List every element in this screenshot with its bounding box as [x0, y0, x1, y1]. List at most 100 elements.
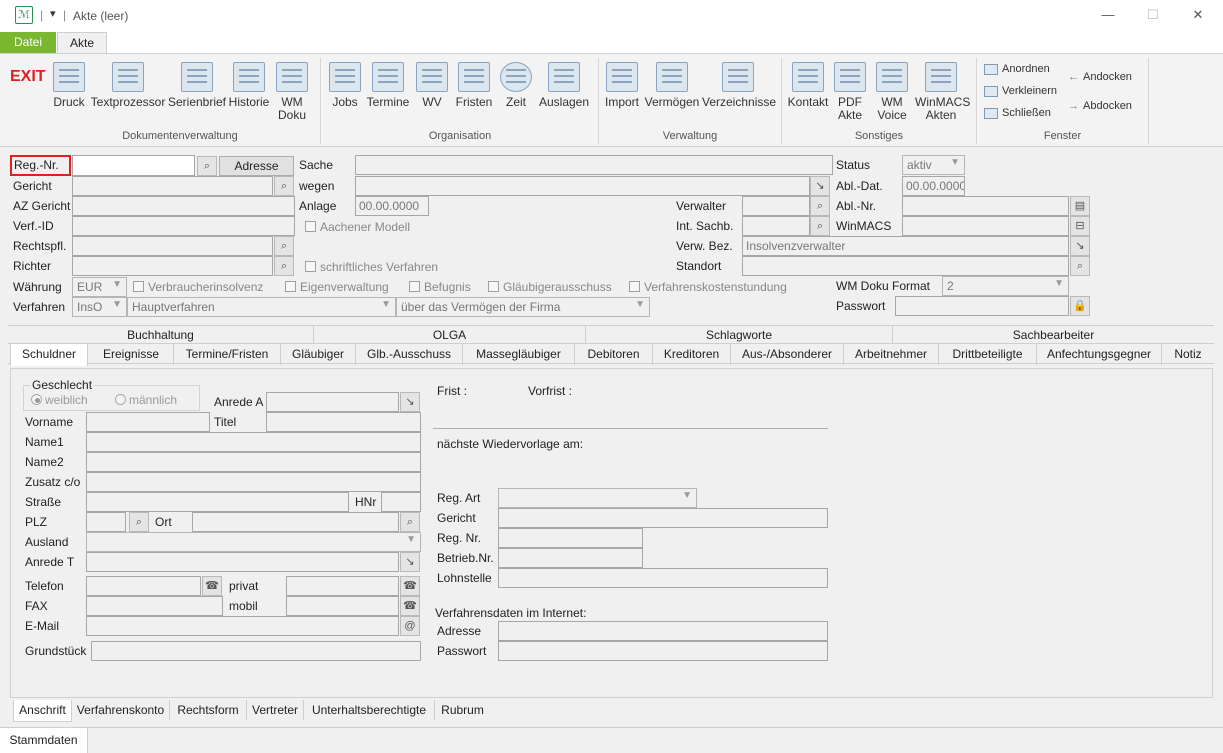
tab-notiz[interactable]: Notiz: [1162, 344, 1214, 365]
jobs-button[interactable]: Jobs: [328, 62, 362, 109]
wm-doku-format-select[interactable]: 2 ▼: [942, 276, 1069, 296]
hnr-field[interactable]: [381, 492, 421, 512]
tab-anfechtungsgegner[interactable]: Anfechtungsgegner: [1037, 344, 1162, 365]
historie-button[interactable]: Historie: [227, 62, 271, 109]
tab-buchhaltung[interactable]: Buchhaltung: [8, 326, 314, 344]
adresse-button[interactable]: Adresse: [219, 156, 294, 176]
passwort-field[interactable]: [895, 296, 1069, 316]
verzeichnisse-button[interactable]: Verzeichnisse: [702, 62, 776, 109]
tab-akte[interactable]: Akte: [57, 32, 107, 53]
ausland-select[interactable]: ▼: [86, 532, 421, 552]
search-icon[interactable]: ⌕: [274, 176, 294, 196]
schriftliches-verfahren-checkbox[interactable]: schriftliches Verfahren: [305, 260, 438, 274]
abdocken-button[interactable]: → Abdocken: [1068, 100, 1132, 112]
mobil-field[interactable]: [286, 596, 399, 616]
winmacs-akten-button[interactable]: WinMACS Akten: [914, 62, 970, 122]
close-button[interactable]: ✕: [1183, 4, 1213, 26]
reg-gericht-field[interactable]: [498, 508, 828, 528]
tab-schlagworte[interactable]: Schlagworte: [586, 326, 893, 344]
tab-ereignisse[interactable]: Ereignisse: [89, 344, 174, 365]
search-icon[interactable]: ⌕: [810, 216, 830, 236]
tab-rechtsform[interactable]: Rechtsform: [170, 700, 247, 720]
minimize-button[interactable]: —: [1093, 4, 1123, 26]
zusatz-field[interactable]: [86, 472, 421, 492]
anrede-t-field[interactable]: [86, 552, 399, 572]
phone-icon[interactable]: ☎: [400, 576, 420, 596]
gericht-field[interactable]: [72, 176, 273, 196]
int-sachb-field[interactable]: [742, 216, 810, 236]
telefon-field[interactable]: [86, 576, 201, 596]
tab-sachbearbeiter[interactable]: Sachbearbeiter: [893, 326, 1214, 344]
wm-voice-button[interactable]: WM Voice: [874, 62, 910, 122]
search-icon[interactable]: ⌕: [274, 236, 294, 256]
verbraucherinsolvenz-checkbox[interactable]: Verbraucherinsolvenz: [133, 280, 263, 294]
tab-vertreter[interactable]: Vertreter: [247, 700, 304, 720]
tab-verfahrenskonto[interactable]: Verfahrenskonto: [72, 700, 170, 720]
betrieb-nr-field[interactable]: [498, 548, 643, 568]
name1-field[interactable]: [86, 432, 421, 452]
sache-field[interactable]: [355, 155, 833, 175]
standort-field[interactable]: [742, 256, 1069, 276]
anrede-a-field[interactable]: [266, 392, 399, 412]
lock-icon[interactable]: 🔒: [1070, 296, 1090, 316]
tab-termine-fristen[interactable]: Termine/Fristen: [174, 344, 281, 365]
tab-glaeubiger[interactable]: Gläubiger: [281, 344, 356, 365]
winmacs-field[interactable]: [902, 216, 1069, 236]
tab-datei[interactable]: Datei: [0, 32, 56, 53]
tab-stammdaten[interactable]: Stammdaten: [0, 728, 88, 753]
titel-field[interactable]: [266, 412, 421, 432]
picker-icon[interactable]: ↘: [400, 392, 420, 412]
search-icon[interactable]: ⌕: [810, 196, 830, 216]
picker-icon[interactable]: ↘: [400, 552, 420, 572]
weiblich-radio[interactable]: weiblich: [31, 393, 88, 407]
tab-drittbeteiligte[interactable]: Drittbeteiligte: [939, 344, 1037, 365]
pdf-akte-button[interactable]: PDF Akte: [834, 62, 866, 122]
verfahrensart-select[interactable]: Hauptverfahren ▼: [127, 297, 396, 317]
link-icon[interactable]: ⊟: [1070, 216, 1090, 236]
termine-button[interactable]: Termine: [364, 62, 412, 109]
verwalter-field[interactable]: [742, 196, 810, 216]
lohnstelle-field[interactable]: [498, 568, 828, 588]
wegen-field[interactable]: [355, 176, 810, 196]
verfahrenskostenstundung-checkbox[interactable]: Verfahrenskostenstundung: [629, 280, 787, 294]
search-icon[interactable]: ⌕: [1070, 256, 1090, 276]
archive-icon[interactable]: ▤: [1070, 196, 1090, 216]
at-icon[interactable]: @: [400, 616, 420, 636]
tab-aus-absonderer[interactable]: Aus-/Absonderer: [731, 344, 844, 365]
az-gericht-field[interactable]: [72, 196, 295, 216]
plz-field[interactable]: [86, 512, 126, 532]
search-icon[interactable]: ⌕: [129, 512, 149, 532]
wm-doku-button[interactable]: WM Doku: [273, 62, 311, 122]
kontakt-button[interactable]: Kontakt: [786, 62, 830, 109]
tab-unterhaltsberechtigte[interactable]: Unterhaltsberechtigte: [304, 700, 435, 720]
picker-icon[interactable]: ↘: [1070, 236, 1090, 256]
picker-icon[interactable]: ↘: [810, 176, 830, 196]
aachener-modell-checkbox[interactable]: Aachener Modell: [305, 220, 410, 234]
privat-field[interactable]: [286, 576, 399, 596]
wv-button[interactable]: WV: [414, 62, 450, 109]
reg-nr-input[interactable]: [72, 155, 195, 176]
zeit-button[interactable]: Zeit: [498, 62, 534, 109]
schliessen-button[interactable]: Schließen: [984, 107, 1051, 119]
eigenverwaltung-checkbox[interactable]: Eigenverwaltung: [285, 280, 389, 294]
quick-access-dropdown-icon[interactable]: ▾: [50, 7, 56, 20]
fax-field[interactable]: [86, 596, 223, 616]
verfahren-select[interactable]: InsO ▼: [72, 297, 127, 317]
exit-button[interactable]: EXIT: [10, 68, 46, 86]
grundstueck-field[interactable]: [91, 641, 421, 661]
verfahren-detail-select[interactable]: über das Vermögen der Firma ▼: [396, 297, 650, 317]
ort-field[interactable]: [192, 512, 399, 532]
phone-icon[interactable]: ☎: [202, 576, 222, 596]
tab-anschrift[interactable]: Anschrift: [13, 700, 72, 722]
tab-rubrum[interactable]: Rubrum: [435, 700, 490, 720]
strasse-field[interactable]: [86, 492, 349, 512]
tab-schuldner[interactable]: Schuldner: [10, 344, 88, 366]
abl-dat-field[interactable]: 00.00.0000: [902, 176, 965, 196]
phone-icon[interactable]: ☎: [400, 596, 420, 616]
auslagen-button[interactable]: Auslagen: [537, 62, 591, 109]
verw-bez-field[interactable]: Insolvenzverwalter: [742, 236, 1069, 256]
search-icon[interactable]: ⌕: [197, 156, 217, 176]
verkleinern-button[interactable]: Verkleinern: [984, 85, 1057, 97]
internet-adresse-field[interactable]: [498, 621, 828, 641]
internet-passwort-field[interactable]: [498, 641, 828, 661]
